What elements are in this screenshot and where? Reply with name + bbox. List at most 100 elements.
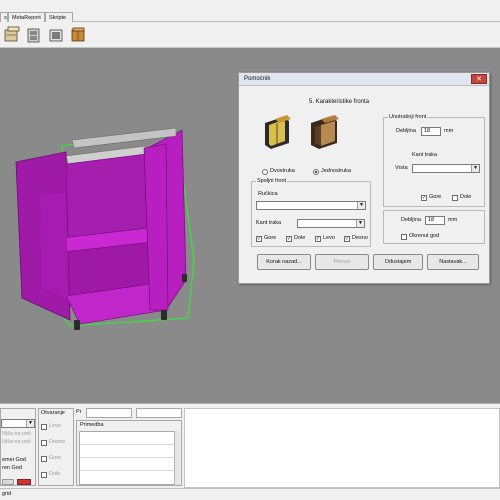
inner-front-label: Unutrašnji front — [388, 114, 428, 121]
left-swatch-2[interactable] — [17, 479, 31, 485]
inner-thickness-input[interactable]: 18 — [421, 127, 441, 136]
cabinet-view-icon-2[interactable] — [25, 26, 43, 44]
checkbox-rotate-grain-box[interactable] — [401, 233, 407, 240]
thickness-label: Debljina — [401, 217, 421, 223]
opening-left-box[interactable] — [41, 423, 47, 430]
opening-left-label: Levo — [49, 423, 61, 429]
radio-single-label: Jednostruka — [321, 168, 351, 174]
field-input-2[interactable] — [136, 408, 182, 418]
status-text: grid — [2, 491, 12, 497]
opening-group: Otvaranje Levo Desno Gore Dole — [38, 408, 74, 486]
cancel-button[interactable]: Odustajem — [373, 254, 423, 270]
inner-front-group: Unutrašnji front Debljina 18 mm Kant tra… — [383, 114, 485, 207]
inner-edge-label: Kant traka — [412, 152, 438, 158]
chevron-down-icon[interactable]: ▼ — [26, 420, 34, 427]
double-front-icon[interactable] — [259, 111, 295, 151]
inner-thickness-label: Debljina — [396, 128, 416, 134]
chevron-down-icon[interactable]: ▼ — [357, 202, 365, 209]
opening-bottom-label: Dole — [49, 471, 61, 477]
toolbar — [0, 22, 500, 48]
checkbox-outer-left-label: Levo — [323, 235, 335, 241]
single-front-icon[interactable] — [307, 111, 343, 151]
left-swatch-1[interactable] — [2, 479, 14, 485]
opening-top-label: Gore — [49, 455, 62, 461]
opening-left[interactable]: Levo — [41, 423, 61, 430]
opening-right[interactable]: Desno — [41, 439, 65, 446]
checkbox-outer-bottom[interactable]: ✓ Dole — [286, 235, 305, 242]
inner-type-select[interactable]: ▼ — [412, 164, 480, 173]
help-button[interactable]: Pomoć — [315, 254, 369, 270]
field-label: Pr — [76, 409, 82, 415]
opening-label: Otvaranje — [41, 410, 65, 416]
cabinet-view-icon-1[interactable] — [3, 26, 21, 44]
left-item-2: Niša na poli — [2, 439, 31, 445]
thickness-input[interactable]: 18 — [425, 216, 445, 225]
handle-select[interactable]: ▼ — [256, 201, 366, 210]
step-title: 5. Karakteristike fronta — [308, 99, 370, 105]
left-item-1: Niša na poli — [2, 431, 31, 437]
tab-strip: s MetaReport Skripte — [0, 0, 500, 22]
checkbox-outer-left-box[interactable]: ✓ — [315, 235, 321, 242]
handle-label: Ručkica — [258, 191, 278, 197]
opening-right-label: Desno — [49, 439, 65, 445]
tab-metareport[interactable]: MetaReport — [8, 12, 45, 22]
outer-edge-select[interactable]: ▼ — [297, 219, 365, 228]
close-button[interactable]: ✕ — [471, 74, 487, 84]
back-button[interactable]: Korak nazad... — [257, 254, 311, 270]
inner-type-label: Vrsta — [395, 165, 408, 171]
status-bar: grid — [0, 488, 500, 500]
outer-edge-label: Kant traka — [256, 220, 282, 226]
checkbox-inner-top-label: Gore — [429, 194, 442, 200]
thickness-unit: mm — [448, 217, 458, 223]
bottom-empty-area — [184, 408, 500, 488]
opening-top-box[interactable] — [41, 455, 47, 462]
checkbox-outer-top-box[interactable]: ✓ — [256, 235, 262, 242]
note-label: Primedba — [80, 422, 104, 428]
dialog-title: Pomoćnik — [239, 73, 489, 86]
checkbox-rotate-grain-label: Okrenut god — [409, 233, 440, 239]
cabinet-view-icon-4[interactable] — [69, 26, 87, 44]
checkbox-outer-right-box[interactable]: ✓ — [344, 235, 350, 242]
outer-front-label: Spoljni front — [256, 178, 288, 185]
left-props-box: ▼ Niša na poli Niša na poli emei God ren… — [0, 408, 36, 486]
opening-top[interactable]: Gore — [41, 455, 61, 462]
checkbox-outer-right[interactable]: ✓ Desno — [344, 235, 368, 242]
opening-bottom-box[interactable] — [41, 471, 47, 478]
note-textarea[interactable] — [79, 431, 175, 485]
field-input-1[interactable] — [86, 408, 132, 418]
note-group: Primedba — [76, 420, 182, 486]
chevron-down-icon[interactable]: ▼ — [471, 165, 479, 172]
wizard-dialog: Pomoćnik ✕ 5. Karakteristike fronta Dvos… — [238, 72, 490, 284]
checkbox-outer-top[interactable]: ✓ Gore — [256, 235, 276, 242]
cabinet-view-icon-3[interactable] — [47, 26, 65, 44]
left-props-select[interactable]: ▼ — [1, 419, 35, 428]
radio-double-label: Dvostruka — [270, 168, 295, 174]
left-item-4: ren God — [2, 465, 22, 471]
checkbox-inner-bottom-label: Dole — [460, 194, 472, 200]
note-scrollbar[interactable] — [174, 431, 180, 485]
radio-double-front[interactable]: Dvostruka — [262, 168, 295, 175]
radio-single-front[interactable]: Jednostruka — [313, 168, 351, 175]
opening-bottom[interactable]: Dole — [41, 471, 60, 478]
left-item-3: emei God — [2, 457, 26, 463]
opening-right-box[interactable] — [41, 439, 47, 446]
tab-partial[interactable]: s — [0, 12, 8, 22]
checkbox-outer-bottom-label: Dole — [294, 235, 306, 241]
checkbox-inner-top-box[interactable]: ✓ — [421, 194, 427, 201]
radio-single-indicator[interactable] — [313, 168, 319, 175]
checkbox-inner-top[interactable]: ✓ Gore — [421, 194, 441, 201]
tab-skripte[interactable]: Skripte — [45, 12, 73, 22]
checkbox-inner-bottom-box[interactable] — [452, 194, 458, 201]
next-button[interactable]: Nastavak... — [427, 254, 479, 270]
bottom-panel: ▼ Niša na poli Niša na poli emei God ren… — [0, 403, 500, 500]
radio-double-indicator[interactable] — [262, 168, 268, 175]
checkbox-outer-left[interactable]: ✓ Levo — [315, 235, 335, 242]
checkbox-outer-right-label: Desno — [352, 235, 368, 241]
checkbox-inner-bottom[interactable]: Dole — [452, 194, 471, 201]
chevron-down-icon[interactable]: ▼ — [356, 220, 364, 227]
checkbox-rotate-grain[interactable]: Okrenut god — [401, 233, 439, 240]
thickness-group: Debljina 18 mm Okrenut god — [383, 210, 485, 244]
checkbox-outer-top-label: Gore — [264, 235, 277, 241]
inner-thickness-unit: mm — [444, 128, 454, 134]
checkbox-outer-bottom-box[interactable]: ✓ — [286, 235, 292, 242]
